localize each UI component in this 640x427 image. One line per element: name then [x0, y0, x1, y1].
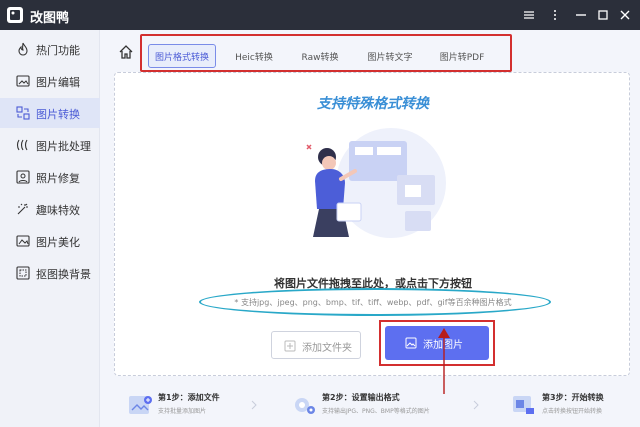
sidebar-item-batch[interactable]: 图片批处理: [0, 130, 100, 160]
start-convert-icon: [513, 396, 534, 414]
gear-icon: [295, 398, 315, 414]
app-logo-icon: [7, 7, 23, 23]
tab-image-to-text[interactable]: 图片转文字: [358, 44, 422, 68]
repair-icon: [16, 170, 30, 184]
convert-icon: [16, 106, 30, 120]
menu-icon[interactable]: [520, 6, 538, 24]
sidebar-item-label: 图片编辑: [36, 76, 80, 89]
tab-image-to-pdf[interactable]: 图片转PDF: [430, 44, 494, 68]
home-icon[interactable]: [118, 44, 134, 60]
step-desc: 支持批量添加图片: [158, 408, 207, 415]
headline: 支持特殊格式转换: [317, 96, 429, 112]
step-desc: 支持输出JPG、PNG、BMP等格式的图片: [322, 408, 430, 415]
add-folder-button[interactable]: 添加文件夹: [271, 331, 361, 359]
sidebar: 热门功能 图片编辑 图片转换 图片批处理 照片修复 趣味特效 图片美化 抠图换背…: [0, 30, 100, 427]
sidebar-item-edit[interactable]: 图片编辑: [0, 66, 100, 96]
sidebar-item-beautify[interactable]: 图片美化: [0, 226, 100, 256]
sidebar-item-label: 图片转换: [36, 108, 80, 121]
chevron-right-icon: [251, 400, 257, 410]
cutout-icon: [16, 266, 30, 280]
steps-bar: 第1步：添加文件 支持批量添加图片 第2步：设置输出格式 支持输出JPG、PNG…: [114, 386, 630, 426]
fire-icon: [18, 42, 28, 56]
beautify-icon: [16, 235, 30, 247]
minimize-icon[interactable]: [572, 6, 590, 24]
step-title: 第1步：添加文件: [158, 393, 220, 402]
sidebar-item-effects[interactable]: 趣味特效: [0, 194, 100, 224]
add-folder-icon: [284, 340, 296, 352]
app-title: 改图鸭: [30, 11, 70, 26]
sidebar-item-label: 抠图换背景: [36, 268, 91, 281]
sidebar-item-hot[interactable]: 热门功能: [0, 34, 100, 64]
add-file-icon: [129, 396, 152, 414]
person-with-photos-illustration: [306, 128, 446, 238]
sidebar-item-label: 图片美化: [36, 236, 80, 249]
settings-icon[interactable]: [546, 6, 564, 24]
image-icon: [405, 337, 417, 349]
magic-icon: [17, 203, 28, 215]
step-desc: 点击转换按钮开始转换: [542, 408, 603, 415]
sidebar-item-convert[interactable]: 图片转换: [0, 98, 100, 128]
image-edit-icon: [16, 75, 30, 87]
sidebar-item-cutout[interactable]: 抠图换背景: [0, 258, 100, 288]
sidebar-item-label: 热门功能: [36, 44, 80, 57]
close-icon[interactable]: [616, 6, 634, 24]
chevron-right-icon: [473, 400, 479, 410]
main-panel: 图片格式转换 Heic转换 Raw转换 图片转文字 图片转PDF 支持特殊格式转…: [104, 30, 640, 427]
sidebar-item-label: 照片修复: [36, 172, 80, 185]
step-title: 第2步：设置输出格式: [322, 393, 400, 402]
sidebar-item-label: 趣味特效: [36, 204, 80, 217]
step-title: 第3步：开始转换: [542, 393, 604, 402]
sidebar-item-label: 图片批处理: [36, 140, 91, 153]
batch-icon: [16, 139, 28, 151]
add-folder-label: 添加文件夹: [302, 343, 352, 354]
format-tabs: 图片格式转换 Heic转换 Raw转换 图片转文字 图片转PDF: [140, 34, 512, 72]
tab-raw[interactable]: Raw转换: [292, 44, 348, 68]
sidebar-item-repair[interactable]: 照片修复: [0, 162, 100, 192]
title-bar: 改图鸭: [0, 0, 640, 30]
drop-zone[interactable]: 支持特殊格式转换 将图片文件拖拽至此处，或点击下方按钮 * 支持jpg、jpeg…: [114, 72, 630, 376]
tab-heic[interactable]: Heic转换: [226, 44, 282, 68]
annotation-ellipse: [199, 288, 551, 316]
tab-image-format[interactable]: 图片格式转换: [148, 44, 216, 68]
maximize-icon[interactable]: [594, 6, 612, 24]
